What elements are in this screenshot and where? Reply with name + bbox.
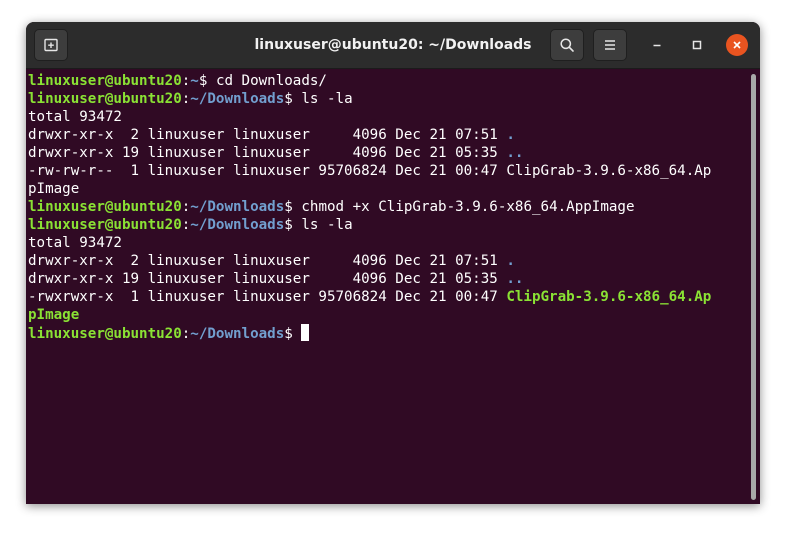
prompt-line: linuxuser@ubuntu20:~/Downloads$ ls -la	[28, 90, 748, 108]
file-listing-row: drwxr-xr-x 2 linuxuser linuxuser 4096 De…	[28, 126, 748, 144]
file-listing-row: drwxr-xr-x 19 linuxuser linuxuser 4096 D…	[28, 144, 748, 162]
prompt-symbol: $	[284, 91, 302, 107]
prompt-separator: :	[181, 199, 191, 215]
terminal-output[interactable]: linuxuser@ubuntu20:~$ cd Downloads/linux…	[26, 69, 748, 504]
file-name: .	[506, 127, 515, 143]
output-text: total 93472	[28, 235, 122, 251]
terminal-window: linuxuser@ubuntu20: ~/Downloads linuxuse…	[26, 22, 760, 504]
prompt-symbol: $	[284, 326, 302, 342]
prompt-line: linuxuser@ubuntu20:~$ cd Downloads/	[28, 72, 748, 90]
file-name: pImage	[28, 307, 80, 323]
file-listing-row: -rwxrwxr-x 1 linuxuser linuxuser 9570682…	[28, 288, 748, 306]
command-text: ls -la	[301, 91, 353, 107]
minimize-button[interactable]	[646, 34, 668, 56]
window-title: linuxuser@ubuntu20: ~/Downloads	[254, 37, 532, 53]
command-text: chmod +x ClipGrab-3.9.6-x86_64.AppImage	[301, 199, 635, 215]
file-attributes: drwxr-xr-x 19 linuxuser linuxuser 4096 D…	[28, 271, 507, 287]
prompt-user-host: linuxuser@ubuntu20	[28, 326, 182, 342]
prompt-symbol: $	[284, 199, 302, 215]
text-cursor	[301, 324, 310, 341]
minimize-icon	[653, 44, 661, 47]
scrollbar[interactable]	[751, 74, 756, 500]
title-bar: linuxuser@ubuntu20: ~/Downloads	[26, 22, 760, 69]
prompt-path: ~/Downloads	[190, 91, 285, 107]
file-listing-row: pImage	[28, 306, 748, 324]
output-line: total 93472	[28, 108, 748, 126]
file-listing-row: drwxr-xr-x 2 linuxuser linuxuser 4096 De…	[28, 252, 748, 270]
search-button[interactable]	[550, 29, 584, 61]
file-listing-row: -rw-rw-r-- 1 linuxuser linuxuser 9570682…	[28, 162, 748, 180]
new-tab-button[interactable]	[34, 29, 68, 61]
file-name: ..	[506, 145, 524, 161]
prompt-path: ~	[190, 73, 199, 89]
file-name: .	[506, 253, 515, 269]
file-attributes: drwxr-xr-x 2 linuxuser linuxuser 4096 De…	[28, 127, 507, 143]
prompt-path: ~/Downloads	[190, 199, 285, 215]
prompt-path: ~/Downloads	[190, 217, 285, 233]
search-icon	[560, 38, 574, 52]
prompt-user-host: linuxuser@ubuntu20	[28, 199, 182, 215]
maximize-button[interactable]	[686, 34, 708, 56]
prompt-separator: :	[181, 73, 191, 89]
prompt-user-host: linuxuser@ubuntu20	[28, 73, 182, 89]
prompt-line: linuxuser@ubuntu20:~/Downloads$ chmod +x…	[28, 198, 748, 216]
file-attributes: drwxr-xr-x 19 linuxuser linuxuser 4096 D…	[28, 145, 507, 161]
file-listing-row: pImage	[28, 180, 748, 198]
new-tab-icon	[44, 38, 58, 52]
close-button[interactable]	[726, 34, 748, 56]
file-listing-row: drwxr-xr-x 19 linuxuser linuxuser 4096 D…	[28, 270, 748, 288]
prompt-user-host: linuxuser@ubuntu20	[28, 91, 182, 107]
prompt-user-host: linuxuser@ubuntu20	[28, 217, 182, 233]
prompt-separator: :	[181, 217, 191, 233]
prompt-symbol: $	[198, 73, 216, 89]
output-line: total 93472	[28, 234, 748, 252]
file-name: pImage	[28, 181, 80, 197]
prompt-separator: :	[181, 91, 191, 107]
file-attributes: -rwxrwxr-x 1 linuxuser linuxuser 9570682…	[28, 289, 507, 305]
file-attributes: drwxr-xr-x 2 linuxuser linuxuser 4096 De…	[28, 253, 507, 269]
command-text: cd Downloads/	[215, 73, 327, 89]
command-text: ls -la	[301, 217, 353, 233]
prompt-symbol: $	[284, 217, 302, 233]
maximize-icon	[692, 40, 702, 50]
file-name: ..	[506, 271, 524, 287]
prompt-separator: :	[181, 326, 191, 342]
file-attributes: -rw-rw-r-- 1 linuxuser linuxuser 9570682…	[28, 163, 507, 179]
hamburger-menu-icon	[605, 40, 615, 50]
file-name: ClipGrab-3.9.6-x86_64.Ap	[506, 289, 712, 305]
prompt-line: linuxuser@ubuntu20:~/Downloads$ ls -la	[28, 216, 748, 234]
output-text: total 93472	[28, 109, 122, 125]
file-name: ClipGrab-3.9.6-x86_64.Ap	[506, 163, 712, 179]
close-icon	[733, 41, 741, 49]
prompt-line: linuxuser@ubuntu20:~/Downloads$	[28, 324, 748, 342]
menu-button[interactable]	[593, 29, 627, 61]
prompt-path: ~/Downloads	[190, 326, 285, 342]
